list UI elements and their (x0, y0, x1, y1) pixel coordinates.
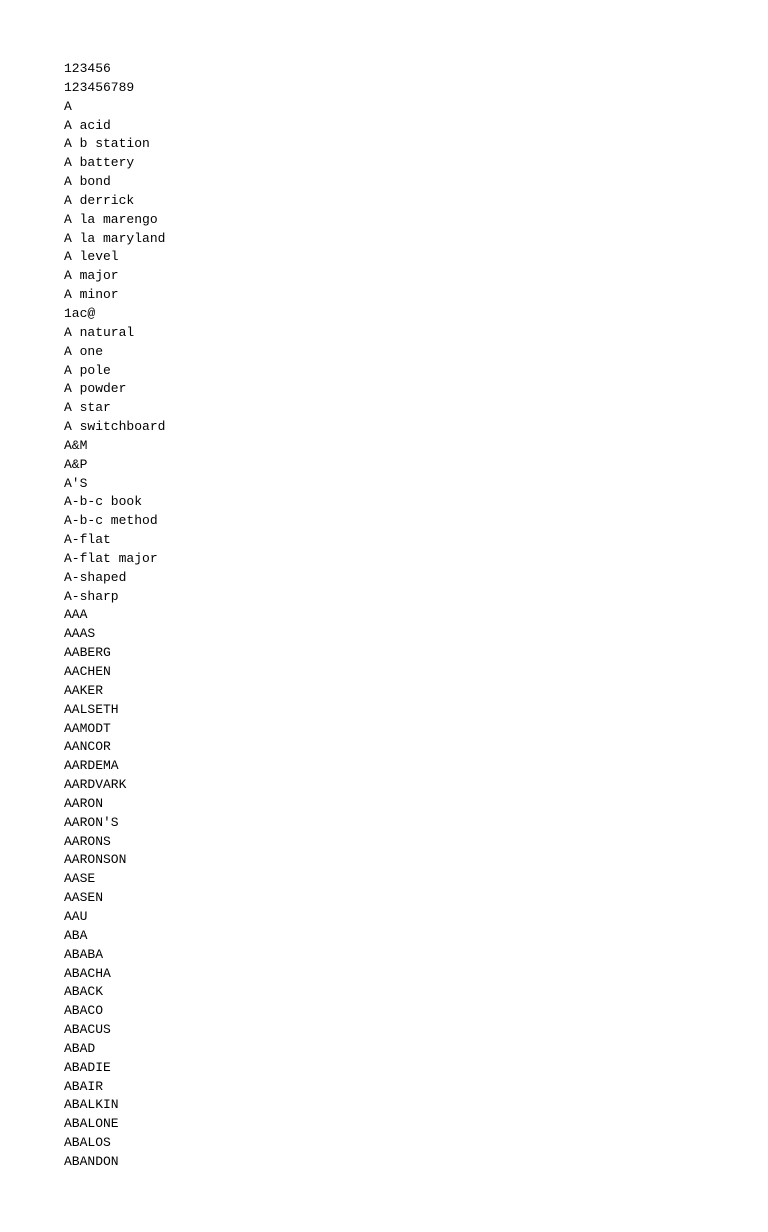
list-item: A (64, 98, 704, 117)
list-item: ABADIE (64, 1059, 704, 1078)
list-item: A powder (64, 380, 704, 399)
list-item: A bond (64, 173, 704, 192)
list-item: AARDEMA (64, 757, 704, 776)
list-item: A la maryland (64, 230, 704, 249)
list-item: AASE (64, 870, 704, 889)
list-item: ABACO (64, 1002, 704, 1021)
list-item: AARONS (64, 833, 704, 852)
list-item: ABACK (64, 983, 704, 1002)
list-item: AARDVARK (64, 776, 704, 795)
list-item: AASEN (64, 889, 704, 908)
list-item: A-flat major (64, 550, 704, 569)
list-item: AAMODT (64, 720, 704, 739)
list-item: A star (64, 399, 704, 418)
list-item: A-b-c method (64, 512, 704, 531)
list-item: AAA (64, 606, 704, 625)
list-item: A minor (64, 286, 704, 305)
list-item: A natural (64, 324, 704, 343)
list-item: A one (64, 343, 704, 362)
list-item: AAKER (64, 682, 704, 701)
word-list: 123456123456789AA acidA b stationA batte… (64, 60, 704, 1172)
list-item: AARON (64, 795, 704, 814)
list-item: ABAIR (64, 1078, 704, 1097)
list-item: A&M (64, 437, 704, 456)
list-item: ABAD (64, 1040, 704, 1059)
list-item: ABALKIN (64, 1096, 704, 1115)
list-item: ABALOS (64, 1134, 704, 1153)
list-item: A-flat (64, 531, 704, 550)
list-item: A'S (64, 475, 704, 494)
list-item: AANCOR (64, 738, 704, 757)
list-item: A level (64, 248, 704, 267)
list-item: ABA (64, 927, 704, 946)
list-item: A la marengo (64, 211, 704, 230)
list-item: ABACHA (64, 965, 704, 984)
list-item: A battery (64, 154, 704, 173)
list-item: A switchboard (64, 418, 704, 437)
list-item: AAU (64, 908, 704, 927)
list-item: A major (64, 267, 704, 286)
list-item: AAAS (64, 625, 704, 644)
list-item: A acid (64, 117, 704, 136)
list-item: AABERG (64, 644, 704, 663)
list-item: ABABA (64, 946, 704, 965)
list-item: AARON'S (64, 814, 704, 833)
list-item: A-b-c book (64, 493, 704, 512)
list-item: ABALONE (64, 1115, 704, 1134)
list-item: AACHEN (64, 663, 704, 682)
list-item: A-sharp (64, 588, 704, 607)
list-item: A derrick (64, 192, 704, 211)
list-item: A&P (64, 456, 704, 475)
list-item: A b station (64, 135, 704, 154)
list-item: 123456 (64, 60, 704, 79)
list-item: A-shaped (64, 569, 704, 588)
list-item: 1ac@ (64, 305, 704, 324)
list-item: AARONSON (64, 851, 704, 870)
list-item: A pole (64, 362, 704, 381)
list-item: ABANDON (64, 1153, 704, 1172)
list-item: 123456789 (64, 79, 704, 98)
list-item: AALSETH (64, 701, 704, 720)
